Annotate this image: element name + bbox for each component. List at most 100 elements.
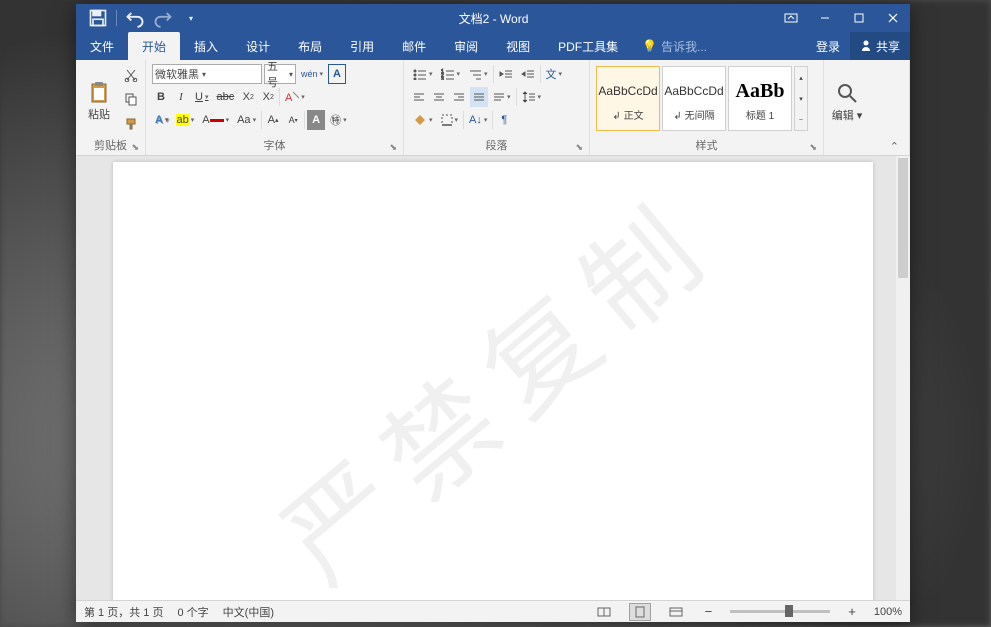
font-label: 字体⬊ [150, 135, 399, 155]
align-right-icon[interactable] [450, 87, 468, 107]
increase-indent-icon[interactable] [518, 64, 538, 84]
font-launcher-icon[interactable]: ⬊ [389, 142, 397, 153]
qat-customize-icon[interactable]: ▾ [181, 8, 201, 28]
enclose-characters-icon[interactable]: ㊕ [327, 110, 350, 130]
tab-view[interactable]: 视图 [492, 32, 544, 60]
read-mode-icon[interactable] [593, 603, 615, 621]
numbering-icon[interactable]: 123 [438, 64, 464, 84]
change-case-icon[interactable]: Aa [234, 110, 259, 130]
align-left-icon[interactable] [410, 87, 428, 107]
subscript-button[interactable]: X2 [239, 87, 257, 107]
person-icon [860, 39, 872, 54]
line-spacing-icon[interactable] [519, 87, 545, 107]
sort-icon[interactable]: A↓ [466, 110, 490, 130]
superscript-button[interactable]: X2 [259, 87, 277, 107]
minimize-icon[interactable] [808, 4, 842, 32]
multilevel-list-icon[interactable] [465, 64, 491, 84]
borders-icon[interactable] [438, 110, 462, 130]
tab-home[interactable]: 开始 [128, 32, 180, 60]
zoom-level[interactable]: 100% [874, 606, 902, 618]
window-title: 文档2 - Word [213, 10, 774, 27]
font-name-combo[interactable]: 微软雅黑▾ [152, 64, 262, 84]
clipboard-launcher-icon[interactable]: ⬊ [131, 142, 139, 153]
scrollbar-thumb[interactable] [898, 158, 908, 278]
cut-icon[interactable] [121, 65, 141, 85]
word-window: ▾ 文档2 - Word 文件 开始 插入 设计 布局 引用 邮件 审阅 视图 … [76, 4, 910, 622]
editing-button[interactable]: 编辑 ▾ [828, 62, 866, 138]
maximize-icon[interactable] [842, 4, 876, 32]
share-button[interactable]: 共享 [850, 32, 910, 60]
bold-button[interactable]: B [152, 87, 170, 107]
tab-review[interactable]: 审阅 [440, 32, 492, 60]
italic-button[interactable]: I [172, 87, 190, 107]
align-center-icon[interactable] [430, 87, 448, 107]
gallery-more-icon[interactable]: ⎯ [795, 109, 807, 130]
character-shading-icon[interactable]: A [307, 110, 325, 130]
collapse-ribbon-icon[interactable]: ⌃ [828, 138, 905, 155]
zoom-out-button[interactable]: − [701, 604, 717, 619]
distributed-icon[interactable] [490, 87, 514, 107]
zoom-slider[interactable] [730, 610, 830, 613]
tell-me-search[interactable]: 💡 告诉我... [632, 32, 717, 60]
login-button[interactable]: 登录 [806, 32, 850, 60]
paragraph-launcher-icon[interactable]: ⬊ [575, 142, 583, 153]
asian-layout-icon[interactable]: 文 [543, 64, 566, 84]
style-no-spacing[interactable]: AaBbCcDd ↲ 无间隔 [662, 66, 726, 131]
copy-icon[interactable] [121, 89, 141, 109]
vertical-scrollbar[interactable] [896, 156, 910, 600]
tab-insert[interactable]: 插入 [180, 32, 232, 60]
show-marks-icon[interactable]: ¶ [495, 110, 513, 130]
web-layout-icon[interactable] [665, 603, 687, 621]
shrink-font-icon[interactable]: A▾ [284, 110, 302, 130]
tab-references[interactable]: 引用 [336, 32, 388, 60]
document-page[interactable]: 严禁复制 [113, 162, 873, 600]
print-layout-icon[interactable] [629, 603, 651, 621]
format-painter-icon[interactable] [121, 114, 141, 134]
style-normal[interactable]: AaBbCcDd ↲ 正文 [596, 66, 660, 131]
window-controls [774, 4, 910, 32]
tab-mailings[interactable]: 邮件 [388, 32, 440, 60]
tab-file[interactable]: 文件 [76, 32, 128, 60]
gallery-down-icon[interactable]: ▾ [795, 88, 807, 109]
shading-icon[interactable] [410, 110, 436, 130]
justify-icon[interactable] [470, 87, 488, 107]
group-font: 微软雅黑▾ 五号▾ wén A B I U abc X2 X2 A A [146, 60, 404, 155]
font-color-icon[interactable]: A [199, 110, 232, 130]
bullets-icon[interactable] [410, 64, 436, 84]
tab-design[interactable]: 设计 [232, 32, 284, 60]
clear-formatting-icon[interactable]: A [282, 87, 308, 107]
font-size-combo[interactable]: 五号▾ [264, 64, 296, 84]
tab-layout[interactable]: 布局 [284, 32, 336, 60]
separator [116, 10, 117, 26]
underline-button[interactable]: U [192, 87, 211, 107]
grow-font-icon[interactable]: A▴ [264, 110, 282, 130]
word-count[interactable]: 0 个字 [177, 604, 208, 620]
paste-button[interactable]: 粘贴 [80, 62, 118, 135]
strikethrough-button[interactable]: abc [213, 87, 237, 107]
style-heading-1[interactable]: AaBb 标题 1 [728, 66, 792, 131]
zoom-in-button[interactable]: + [844, 604, 860, 619]
highlight-icon[interactable]: ab [173, 110, 197, 130]
decrease-indent-icon[interactable] [496, 64, 516, 84]
close-icon[interactable] [876, 4, 910, 32]
svg-text:3: 3 [441, 77, 444, 80]
undo-icon[interactable] [125, 8, 145, 28]
ribbon-display-icon[interactable] [774, 4, 808, 32]
redo-icon[interactable] [153, 8, 173, 28]
styles-launcher-icon[interactable]: ⬊ [809, 142, 817, 153]
group-editing: 编辑 ▾ ⌃ [824, 60, 910, 155]
document-area: 严禁复制 [76, 156, 910, 600]
zoom-slider-thumb[interactable] [785, 605, 793, 617]
style-gallery-expand: ▴ ▾ ⎯ [794, 66, 808, 131]
save-icon[interactable] [88, 8, 108, 28]
paste-label: 粘贴 [88, 106, 110, 122]
language-indicator[interactable]: 中文(中国) [223, 604, 274, 620]
character-border-icon[interactable]: A [328, 64, 346, 84]
text-effects-icon[interactable]: A [152, 110, 171, 130]
phonetic-guide-icon[interactable]: wén [298, 64, 326, 84]
ribbon: 粘贴 剪贴板⬊ 微软雅黑▾ 五号▾ wén A B [76, 60, 910, 156]
group-paragraph: 123 文 [404, 60, 590, 155]
tab-pdf-tools[interactable]: PDF工具集 [544, 32, 632, 60]
page-indicator[interactable]: 第 1 页，共 1 页 [84, 604, 163, 620]
gallery-up-icon[interactable]: ▴ [795, 67, 807, 88]
